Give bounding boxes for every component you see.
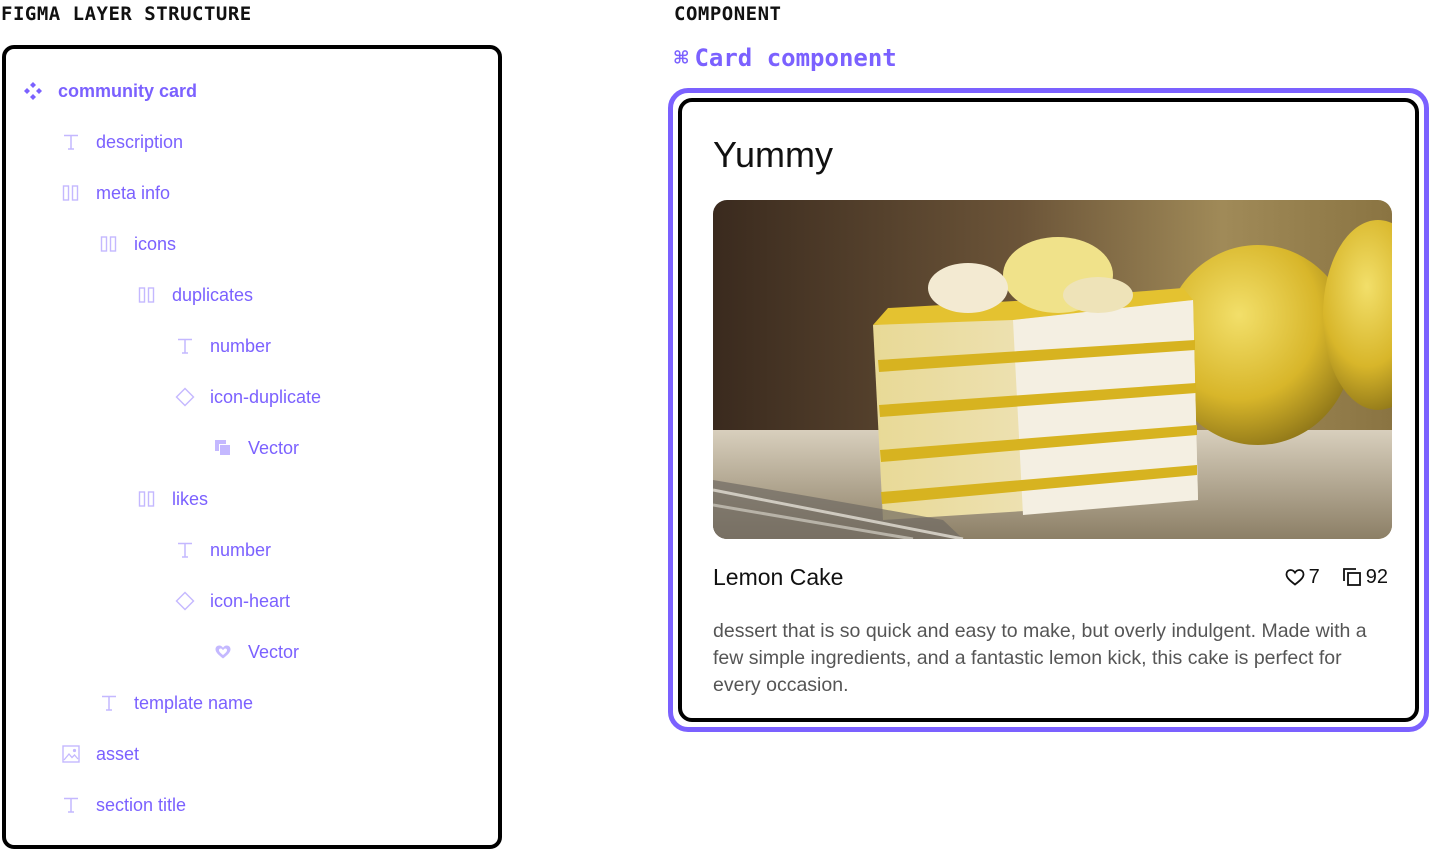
layer-label: asset — [96, 744, 140, 764]
meta-info: Lemon Cake 7 92 — [713, 560, 1388, 594]
asset-image — [713, 200, 1392, 539]
auto-layout-icon — [98, 233, 120, 255]
layer-number[interactable]: number — [174, 535, 271, 565]
component-selection-outline[interactable]: Yummy Lemon Cake 7 92 dessert that is so… — [668, 88, 1429, 732]
layer-asset[interactable]: asset — [60, 739, 139, 769]
duplicate-icon — [1342, 568, 1361, 586]
layers-panel: community card description meta info ico… — [2, 45, 502, 849]
text-icon — [174, 539, 196, 561]
section-title: Yummy — [713, 134, 834, 175]
template-name: Lemon Cake — [713, 563, 844, 590]
component-heading: COMPONENT — [674, 3, 782, 25]
duplicates[interactable]: 92 — [1342, 566, 1388, 589]
text-icon — [60, 131, 82, 153]
layer-meta-info[interactable]: meta info — [60, 178, 170, 208]
heart-vector-icon — [212, 641, 234, 663]
layer-icon-heart[interactable]: icon-heart — [174, 586, 290, 616]
likes-number: 7 — [1308, 565, 1320, 588]
description: dessert that is so quick and easy to mak… — [713, 620, 1367, 696]
layer-template-name[interactable]: template name — [98, 688, 253, 718]
layer-label: section title — [96, 795, 187, 815]
layer-label: meta info — [96, 183, 171, 203]
layer-section-title[interactable]: section title — [60, 790, 186, 820]
component-title-label: Card component — [694, 44, 897, 72]
layer-number[interactable]: number — [174, 331, 271, 361]
layers-heading: FIGMA LAYER STRUCTURE — [1, 3, 252, 25]
layer-label: number — [210, 336, 272, 356]
layer-description[interactable]: description — [60, 127, 183, 157]
layer-icon-duplicate[interactable]: icon-duplicate — [174, 382, 321, 412]
duplicate-vector-icon — [212, 437, 234, 459]
layer-label: community card — [58, 81, 198, 101]
layer-label: duplicates — [172, 285, 254, 305]
layer-label: likes — [172, 489, 209, 509]
auto-layout-icon — [136, 488, 158, 510]
instance-icon — [174, 386, 196, 408]
layer-vector[interactable]: Vector — [212, 433, 299, 463]
layer-label: icon-heart — [210, 591, 291, 611]
community-card[interactable]: Yummy Lemon Cake 7 92 dessert that is so… — [678, 98, 1419, 722]
layer-label: icon-duplicate — [210, 387, 322, 407]
command-icon: ⌘ — [674, 44, 689, 72]
image-icon — [60, 743, 82, 765]
duplicates-number: 92 — [1365, 565, 1388, 588]
auto-layout-icon — [136, 284, 158, 306]
layer-icons[interactable]: icons — [98, 229, 176, 259]
layer-label: Vector — [248, 438, 300, 458]
layer-duplicates[interactable]: duplicates — [136, 280, 253, 310]
instance-icon — [174, 590, 196, 612]
text-icon — [98, 692, 120, 714]
layer-community-card[interactable]: community card — [22, 76, 197, 106]
heart-icon — [1285, 569, 1305, 586]
layer-label: icons — [134, 234, 177, 254]
layer-label: description — [96, 132, 184, 152]
layer-likes[interactable]: likes — [136, 484, 208, 514]
layer-label: Vector — [248, 642, 300, 662]
layer-label: number — [210, 540, 272, 560]
layer-vector[interactable]: Vector — [212, 637, 299, 667]
layer-label: template name — [134, 693, 254, 713]
component-icon — [22, 80, 44, 102]
icons: 7 92 — [1285, 566, 1388, 589]
auto-layout-icon — [60, 182, 82, 204]
likes[interactable]: 7 — [1285, 566, 1320, 589]
component-title: ⌘ Card component — [674, 44, 897, 72]
text-icon — [60, 794, 82, 816]
text-icon — [174, 335, 196, 357]
lemon-cake-photo — [713, 200, 1392, 539]
